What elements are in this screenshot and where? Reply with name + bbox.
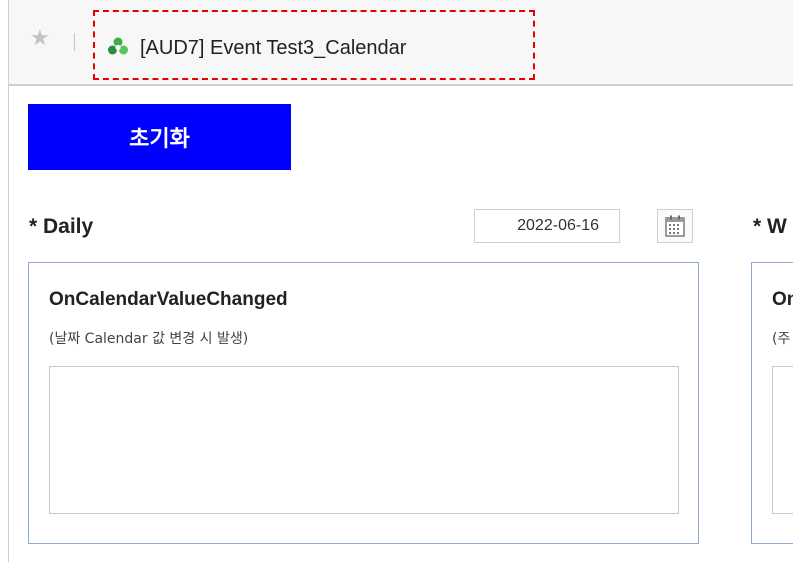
weekly-event-log[interactable] bbox=[772, 366, 793, 514]
app-window: ★ [AUD7] Event Test3_Calendar 초기화 * Dail… bbox=[8, 0, 793, 562]
weekly-section-title: * W bbox=[753, 215, 787, 238]
app-logo-icon bbox=[108, 37, 128, 55]
title-bar: ★ [AUD7] Event Test3_Calendar bbox=[9, 0, 793, 86]
daily-section-title: * Daily bbox=[29, 215, 94, 238]
calendar-icon bbox=[665, 215, 685, 237]
weekly-event-title: On bbox=[772, 289, 793, 310]
daily-date-input[interactable] bbox=[474, 209, 620, 243]
daily-event-title: OnCalendarValueChanged bbox=[49, 289, 288, 310]
window-title: [AUD7] Event Test3_Calendar bbox=[140, 37, 407, 59]
daily-event-log[interactable] bbox=[49, 366, 679, 514]
reset-button[interactable]: 초기화 bbox=[28, 104, 291, 170]
daily-event-description: (날짜 Calendar 값 변경 시 발생) bbox=[49, 331, 249, 347]
weekly-event-panel: On (주 bbox=[751, 262, 793, 544]
weekly-event-description: (주 bbox=[772, 331, 791, 347]
title-separator bbox=[74, 33, 75, 51]
daily-calendar-button[interactable] bbox=[657, 209, 693, 243]
daily-event-panel: OnCalendarValueChanged (날짜 Calendar 값 변경… bbox=[28, 262, 699, 544]
star-icon[interactable]: ★ bbox=[30, 27, 52, 49]
